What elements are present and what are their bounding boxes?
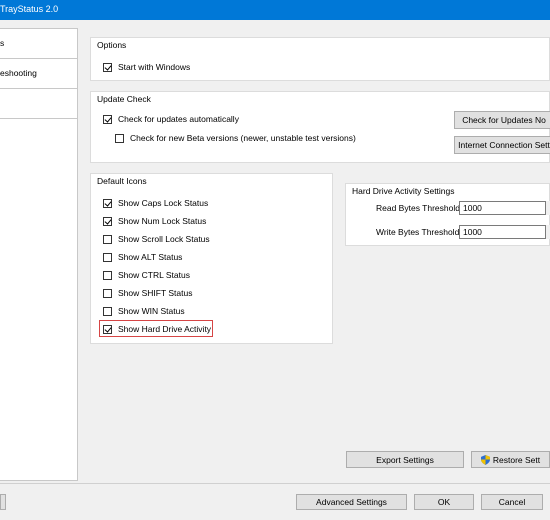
scroll-lock-option[interactable]: Show Scroll Lock Status (103, 232, 210, 246)
shield-icon (480, 454, 490, 465)
beta-update-label: Check for new Beta versions (newer, unst… (130, 133, 356, 143)
option-label: Show CTRL Status (118, 270, 190, 280)
checkbox-icon[interactable] (103, 234, 112, 244)
default-icons-group: Default Icons Show Caps Lock Status Show… (90, 173, 333, 344)
sidebar-item-empty (0, 89, 77, 119)
left-edge-button[interactable] (0, 494, 6, 510)
sidebar: s eshooting (0, 28, 78, 481)
option-label: Show Caps Lock Status (118, 198, 209, 208)
option-label: Show Hard Drive Activity (118, 324, 212, 334)
title-bar: TrayStatus 2.0 (0, 0, 550, 20)
export-settings-button[interactable]: Export Settings (346, 451, 464, 468)
shift-option[interactable]: Show SHIFT Status (103, 286, 192, 300)
checkbox-icon[interactable] (103, 62, 112, 72)
read-threshold-input[interactable]: 1000 (459, 201, 550, 215)
read-threshold-label: Read Bytes Threshold: (376, 203, 463, 213)
checkbox-icon[interactable] (103, 216, 112, 226)
write-threshold-input[interactable]: 1000 (459, 225, 550, 239)
win-option[interactable]: Show WIN Status (103, 304, 185, 318)
option-label: Show Num Lock Status (118, 216, 207, 226)
beta-update-option[interactable]: Check for new Beta versions (newer, unst… (115, 131, 356, 145)
hdd-activity-group-title: Hard Drive Activity Settings (352, 186, 455, 196)
read-threshold-spinner[interactable] (545, 201, 550, 215)
checkbox-icon[interactable] (103, 252, 112, 262)
hard-drive-activity-option[interactable]: Show Hard Drive Activity (103, 322, 211, 336)
checkbox-icon[interactable] (103, 324, 112, 334)
checkbox-icon[interactable] (103, 306, 112, 316)
default-icons-group-title: Default Icons (97, 176, 147, 186)
ctrl-option[interactable]: Show CTRL Status (103, 268, 190, 282)
restore-settings-label: Restore Sett (492, 454, 541, 465)
checkbox-icon[interactable] (103, 270, 112, 280)
checkbox-icon[interactable] (103, 114, 112, 124)
ok-button[interactable]: OK (414, 494, 474, 510)
checkbox-icon[interactable] (103, 288, 112, 298)
update-check-group: Update Check Check for updates automatic… (90, 91, 550, 163)
option-label: Show SHIFT Status (118, 288, 193, 298)
start-with-windows-label: Start with Windows (118, 62, 191, 72)
options-group-title: Options (97, 40, 127, 50)
auto-update-label: Check for updates automatically (118, 114, 239, 124)
restore-settings-button[interactable]: Restore Sett (471, 451, 550, 468)
internet-connection-settings-button[interactable]: Internet Connection Sett (454, 136, 550, 154)
option-label: Show Scroll Lock Status (118, 234, 210, 244)
options-group: Options Start with Windows (90, 37, 550, 81)
sidebar-item-label: s (0, 38, 5, 48)
sidebar-item-label: eshooting (0, 68, 37, 78)
advanced-settings-button[interactable]: Advanced Settings (296, 494, 407, 510)
footer-divider (0, 483, 550, 484)
cancel-button[interactable]: Cancel (481, 494, 543, 510)
alt-option[interactable]: Show ALT Status (103, 250, 182, 264)
option-label: Show WIN Status (118, 306, 185, 316)
window-title: TrayStatus 2.0 (0, 4, 59, 14)
hdd-activity-group: Hard Drive Activity Settings Read Bytes … (345, 183, 550, 246)
checkbox-icon[interactable] (103, 198, 112, 208)
update-check-group-title: Update Check (97, 94, 151, 104)
check-updates-now-button[interactable]: Check for Updates No (454, 111, 550, 129)
checkbox-icon[interactable] (115, 133, 124, 143)
start-with-windows-option[interactable]: Start with Windows (103, 60, 190, 74)
write-threshold-label: Write Bytes Threshold: (376, 227, 462, 237)
write-threshold-spinner[interactable] (545, 225, 550, 239)
caps-lock-option[interactable]: Show Caps Lock Status (103, 196, 208, 210)
sidebar-item-settings[interactable]: s (0, 29, 77, 59)
option-label: Show ALT Status (118, 252, 183, 262)
sidebar-item-troubleshooting[interactable]: eshooting (0, 59, 77, 89)
auto-update-option[interactable]: Check for updates automatically (103, 112, 239, 126)
num-lock-option[interactable]: Show Num Lock Status (103, 214, 206, 228)
